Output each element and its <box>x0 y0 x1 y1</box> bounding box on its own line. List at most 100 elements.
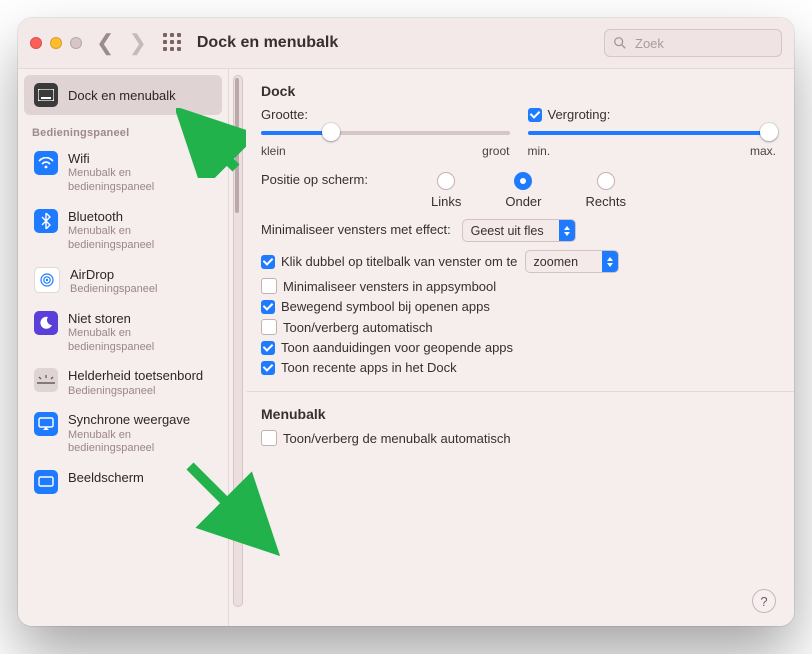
option-label: Toon aanduidingen voor geopende apps <box>281 340 513 355</box>
window-controls <box>30 37 82 49</box>
minimize-into-app-option[interactable]: Minimaliseer vensters in appsymbool <box>261 278 776 294</box>
option-label: Bewegend symbool bij openen apps <box>281 299 490 314</box>
size-max-label: groot <box>482 144 509 158</box>
position-option-left[interactable]: Links <box>431 172 461 209</box>
scrollbar-gutter <box>229 69 247 626</box>
option-label: Toon recente apps in het Dock <box>281 360 457 375</box>
radio-icon <box>514 172 532 190</box>
back-button[interactable]: ❮ <box>96 32 114 54</box>
bluetooth-icon <box>34 209 58 233</box>
checkbox-icon <box>261 255 275 269</box>
sidebar-group-header: Bedieningspaneel <box>18 117 228 143</box>
radio-icon <box>437 172 455 190</box>
search-input[interactable] <box>633 35 773 52</box>
checkbox-icon <box>528 108 542 122</box>
magnification-toggle[interactable]: Vergroting: <box>528 107 777 122</box>
sidebar-item-label: Synchrone weergave <box>68 412 212 428</box>
content-scrollbar[interactable] <box>233 75 243 607</box>
airdrop-icon <box>34 267 60 293</box>
sidebar-item-screen-mirroring[interactable]: Synchrone weergave Menubalk en bediening… <box>24 406 222 462</box>
size-min-label: klein <box>261 144 286 158</box>
forward-button[interactable]: ❯ <box>128 32 146 54</box>
sidebar[interactable]: Dock en menubalk Bedieningspaneel Wifi M… <box>18 69 229 626</box>
show-indicators-option[interactable]: Toon aanduidingen voor geopende apps <box>261 340 776 355</box>
sidebar-item-label: Wifi <box>68 151 212 167</box>
animate-opening-option[interactable]: Bewegend symbool bij openen apps <box>261 299 776 314</box>
radio-icon <box>597 172 615 190</box>
sidebar-item-sublabel: Menubalk en bedieningspaneel <box>68 327 212 355</box>
doubleclick-action-select[interactable]: zoomen <box>525 250 619 273</box>
checkbox-icon <box>261 341 275 355</box>
select-arrows-icon <box>559 220 575 241</box>
radio-label: Onder <box>505 194 541 209</box>
sidebar-item-sublabel: Bedieningspaneel <box>70 283 157 297</box>
minimize-effect-select[interactable]: Geest uit fles <box>462 219 576 242</box>
sidebar-item-keyboard-brightness[interactable]: Helderheid toetsenbord Bedieningspaneel <box>24 362 222 404</box>
radio-label: Rechts <box>586 194 626 209</box>
checkbox-icon <box>261 319 277 335</box>
option-label: Klik dubbel op titelbalk van venster om … <box>281 254 517 269</box>
zoom-window-button[interactable] <box>70 37 82 49</box>
dock-menubar-icon <box>34 83 58 107</box>
doubleclick-titlebar-option[interactable]: Klik dubbel op titelbalk van venster om … <box>261 250 776 273</box>
sidebar-item-sublabel: Menubalk en bedieningspaneel <box>68 167 212 195</box>
checkbox-icon <box>261 430 277 446</box>
dock-size-slider[interactable] <box>261 122 510 142</box>
minimize-window-button[interactable] <box>50 37 62 49</box>
preferences-window: ❮ ❯ Dock en menubalk Dock en menubalk Be… <box>18 18 794 626</box>
magnification-label: Vergroting: <box>548 107 611 122</box>
window-title: Dock en menubalk <box>197 34 338 52</box>
minimize-effect-label: Minimaliseer vensters met effect: <box>261 222 451 237</box>
autohide-dock-option[interactable]: Toon/verberg automatisch <box>261 319 776 335</box>
sidebar-item-dock-and-menu-bar[interactable]: Dock en menubalk <box>24 75 222 115</box>
show-all-button[interactable] <box>163 33 183 53</box>
sidebar-item-label: Dock en menubalk <box>68 88 176 103</box>
scroll-thumb[interactable] <box>235 78 239 213</box>
option-label: Toon/verberg de menubalk automatisch <box>283 431 511 446</box>
sidebar-item-sublabel: Bedieningspaneel <box>68 385 203 399</box>
sidebar-item-label: Beeldscherm <box>68 470 144 486</box>
position-option-bottom[interactable]: Onder <box>505 172 541 209</box>
titlebar: ❮ ❯ Dock en menubalk <box>18 18 794 69</box>
mag-min-label: min. <box>528 144 551 158</box>
keyboard-brightness-icon <box>34 368 58 392</box>
sidebar-item-sublabel: Menubalk en bedieningspaneel <box>68 225 212 253</box>
radio-label: Links <box>431 194 461 209</box>
autohide-menubar-option[interactable]: Toon/verberg de menubalk automatisch <box>261 430 776 446</box>
position-label: Positie op scherm: <box>261 172 411 187</box>
sidebar-item-label: Helderheid toetsenbord <box>68 368 203 384</box>
size-label: Grootte: <box>261 107 510 122</box>
show-recent-apps-option[interactable]: Toon recente apps in het Dock <box>261 360 776 375</box>
checkbox-icon <box>261 278 277 294</box>
option-label: Toon/verberg automatisch <box>283 320 433 335</box>
sidebar-item-do-not-disturb[interactable]: Niet storen Menubalk en bedieningspaneel <box>24 305 222 361</box>
sidebar-item-label: Bluetooth <box>68 209 212 225</box>
screen-mirror-icon <box>34 412 58 436</box>
sidebar-item-airdrop[interactable]: AirDrop Bedieningspaneel <box>24 261 222 303</box>
display-icon <box>34 470 58 494</box>
sidebar-item-label: Niet storen <box>68 311 212 327</box>
checkbox-icon <box>261 300 275 314</box>
sidebar-item-bluetooth[interactable]: Bluetooth Menubalk en bedieningspaneel <box>24 203 222 259</box>
help-icon: ? <box>760 594 767 609</box>
option-label: Minimaliseer vensters in appsymbool <box>283 279 496 294</box>
section-separator <box>247 391 794 392</box>
search-icon <box>613 36 627 50</box>
select-value: Geest uit fles <box>471 224 551 238</box>
nav-arrows: ❮ ❯ <box>96 32 147 54</box>
close-window-button[interactable] <box>30 37 42 49</box>
select-value: zoomen <box>534 255 594 269</box>
select-arrows-icon <box>602 251 618 272</box>
content-pane: Dock Grootte: klein groot <box>247 69 794 626</box>
position-option-right[interactable]: Rechts <box>586 172 626 209</box>
mag-max-label: max. <box>750 144 776 158</box>
search-field[interactable] <box>604 29 782 57</box>
sidebar-item-sublabel: Menubalk en bedieningspaneel <box>68 429 212 457</box>
help-button[interactable]: ? <box>752 589 776 613</box>
sidebar-item-wifi[interactable]: Wifi Menubalk en bedieningspaneel <box>24 145 222 201</box>
sidebar-item-label: AirDrop <box>70 267 157 283</box>
wifi-icon <box>34 151 58 175</box>
sidebar-item-display[interactable]: Beeldscherm <box>24 464 222 500</box>
magnification-slider[interactable] <box>528 122 777 142</box>
moon-icon <box>34 311 58 335</box>
